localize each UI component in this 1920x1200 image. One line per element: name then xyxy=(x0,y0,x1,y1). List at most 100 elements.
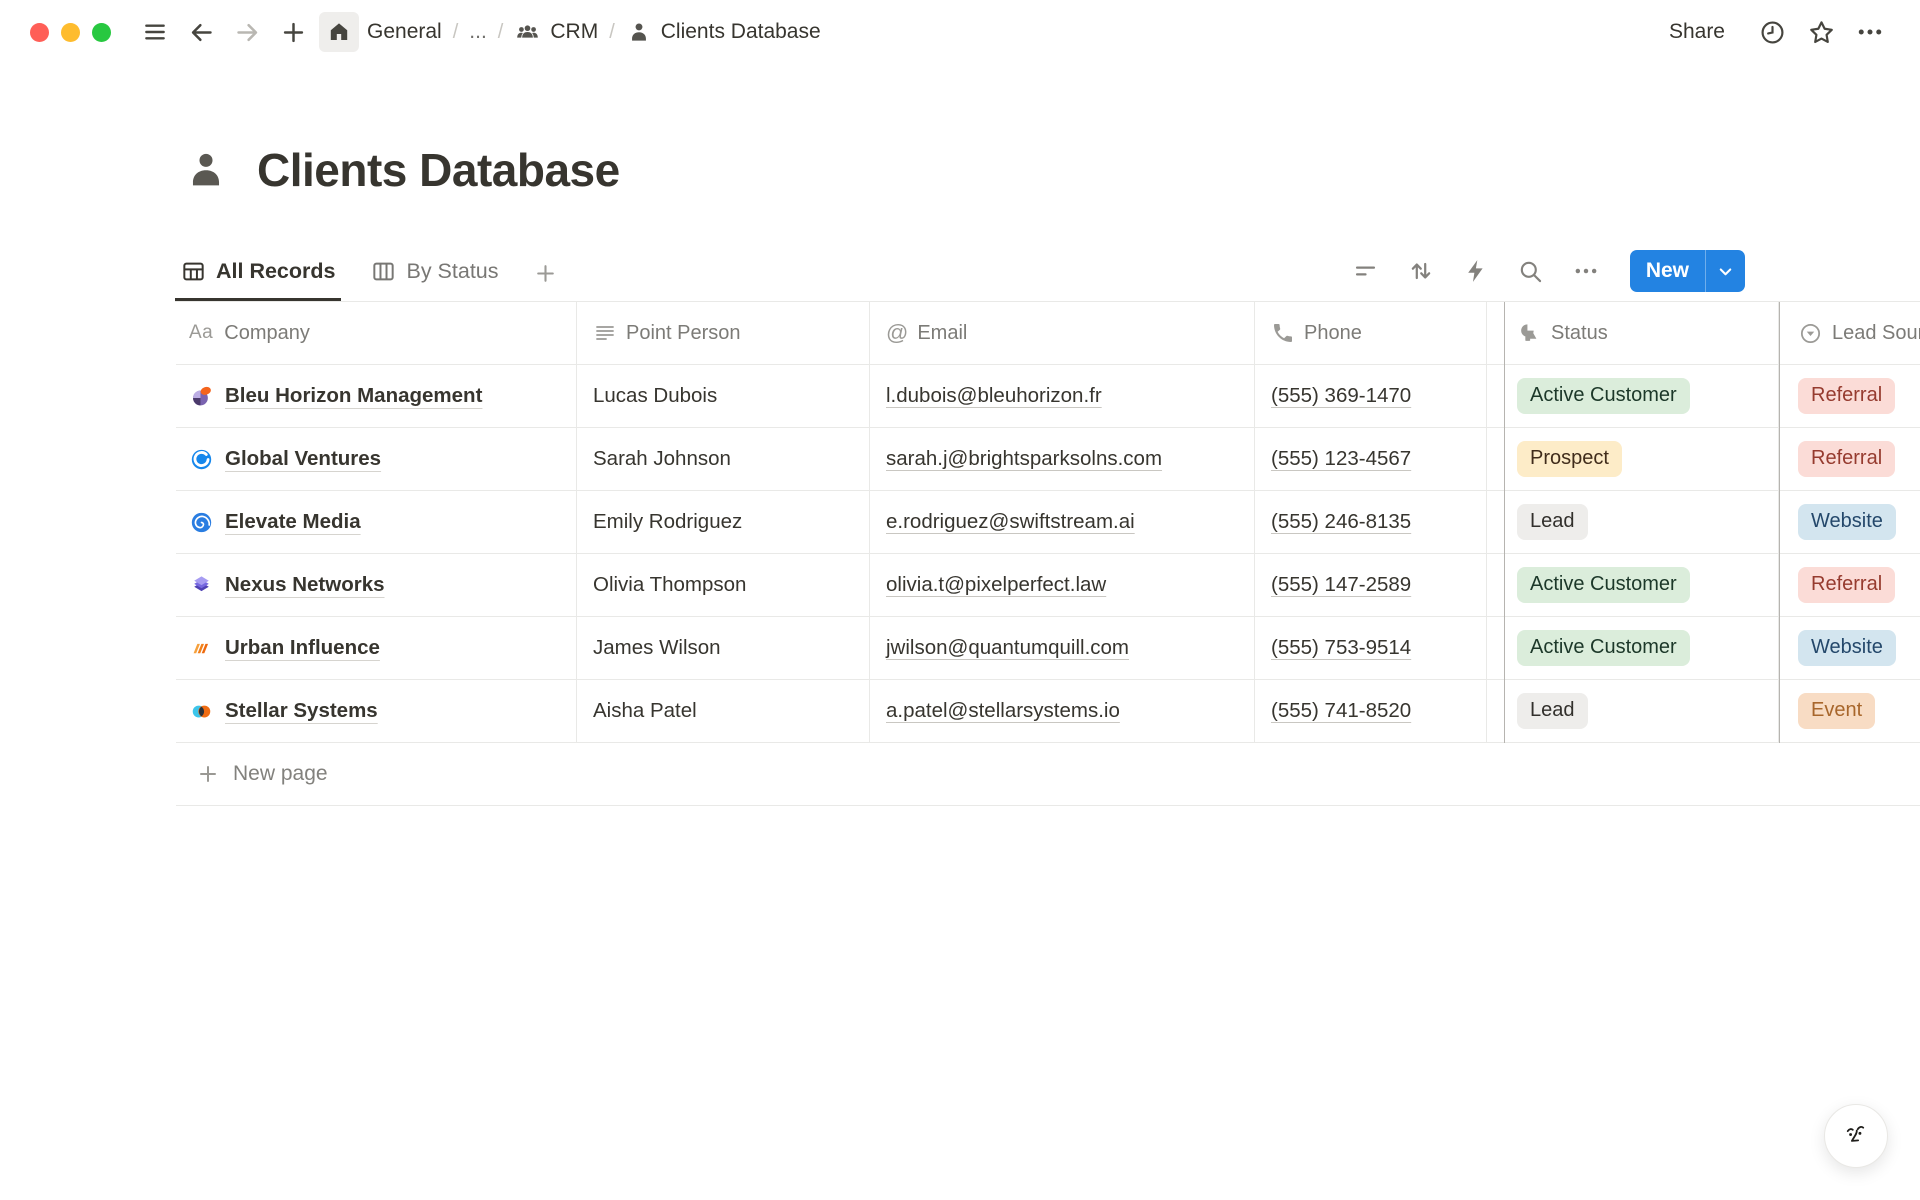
phone-cell[interactable]: (555) 246-8135 xyxy=(1255,491,1487,553)
column-header-email[interactable]: @Email xyxy=(870,302,1255,364)
phone-cell[interactable]: (555) 753-9514 xyxy=(1255,617,1487,679)
view-options-button[interactable] xyxy=(1572,257,1600,285)
plus-icon xyxy=(280,19,307,46)
email-cell[interactable]: jwilson@quantumquill.com xyxy=(870,617,1255,679)
email-link[interactable]: e.rodriguez@swiftstream.ai xyxy=(886,510,1135,534)
back-button[interactable] xyxy=(181,12,221,52)
forward-button[interactable] xyxy=(227,12,267,52)
point-person-cell[interactable]: Sarah Johnson xyxy=(577,428,870,490)
new-record-button[interactable]: New xyxy=(1630,250,1745,292)
email-link[interactable]: a.patel@stellarsystems.io xyxy=(886,699,1120,723)
view-bar: All Records By Status xyxy=(175,245,1920,302)
search-button[interactable] xyxy=(1517,258,1544,285)
lead-source-cell[interactable]: Website xyxy=(1779,617,1920,679)
phone-link[interactable]: (555) 741-8520 xyxy=(1271,699,1411,723)
email-cell[interactable]: a.patel@stellarsystems.io xyxy=(870,680,1255,742)
phone-link[interactable]: (555) 246-8135 xyxy=(1271,510,1411,534)
email-link[interactable]: sarah.j@brightsparksolns.com xyxy=(886,447,1162,471)
point-person-cell[interactable]: Lucas Dubois xyxy=(577,365,870,427)
status-cell[interactable]: Active Customer xyxy=(1487,554,1779,616)
tab-by-status[interactable]: By Status xyxy=(365,245,504,301)
company-cell[interactable]: Bleu Horizon Management xyxy=(176,365,577,427)
filter-button[interactable] xyxy=(1352,258,1379,285)
sort-button[interactable] xyxy=(1407,257,1435,285)
status-cell[interactable]: Lead xyxy=(1487,680,1779,742)
share-button[interactable]: Share xyxy=(1659,14,1735,50)
column-divider-status-right[interactable] xyxy=(1779,302,1780,743)
new-page-row[interactable]: New page xyxy=(176,743,1920,806)
lead-source-cell[interactable]: Referral xyxy=(1779,428,1920,490)
lead-source-cell[interactable]: Referral xyxy=(1779,365,1920,427)
lead-source-cell[interactable]: Referral xyxy=(1779,554,1920,616)
person-icon[interactable] xyxy=(183,147,229,193)
company-cell[interactable]: Elevate Media xyxy=(176,491,577,553)
phone-link[interactable]: (555) 147-2589 xyxy=(1271,573,1411,597)
add-view-button[interactable] xyxy=(529,245,562,301)
breadcrumb-ellipsis[interactable]: ... xyxy=(469,20,487,44)
automations-button[interactable] xyxy=(1463,258,1489,284)
more-options-button[interactable] xyxy=(1850,12,1890,52)
column-header-company[interactable]: AaCompany xyxy=(176,302,577,364)
column-header-lead-source[interactable]: Lead Source xyxy=(1779,302,1920,364)
email-cell[interactable]: olivia.t@pixelperfect.law xyxy=(870,554,1255,616)
column-header-phone[interactable]: Phone xyxy=(1255,302,1487,364)
phone-link[interactable]: (555) 123-4567 xyxy=(1271,447,1411,471)
favorite-button[interactable] xyxy=(1801,12,1841,52)
company-page-link[interactable]: Global Ventures xyxy=(225,447,381,471)
phone-cell[interactable]: (555) 369-1470 xyxy=(1255,365,1487,427)
phone-cell[interactable]: (555) 741-8520 xyxy=(1255,680,1487,742)
ellipsis-icon xyxy=(1855,17,1885,47)
breadcrumb-current-page[interactable]: Clients Database xyxy=(626,19,821,45)
column-divider-status-left[interactable] xyxy=(1504,302,1505,743)
chevron-down-icon[interactable] xyxy=(1705,250,1745,292)
home-icon xyxy=(327,20,351,44)
company-cell[interactable]: Urban Influence xyxy=(176,617,577,679)
email-link[interactable]: jwilson@quantumquill.com xyxy=(886,636,1129,660)
status-cell[interactable]: Active Customer xyxy=(1487,365,1779,427)
orb-logo xyxy=(189,447,214,472)
people-icon xyxy=(514,19,541,46)
phone-link[interactable]: (555) 369-1470 xyxy=(1271,384,1411,408)
point-person-cell[interactable]: Aisha Patel xyxy=(577,680,870,742)
tab-all-records[interactable]: All Records xyxy=(175,245,341,301)
company-page-link[interactable]: Bleu Horizon Management xyxy=(225,384,482,408)
zoom-window-button[interactable] xyxy=(92,23,111,42)
company-page-link[interactable]: Stellar Systems xyxy=(225,699,378,723)
lead-source-cell[interactable]: Event xyxy=(1779,680,1920,742)
company-cell[interactable]: Global Ventures xyxy=(176,428,577,490)
minimize-window-button[interactable] xyxy=(61,23,80,42)
home-button[interactable] xyxy=(319,12,359,52)
email-cell[interactable]: l.dubois@bleuhorizon.fr xyxy=(870,365,1255,427)
phone-cell[interactable]: (555) 123-4567 xyxy=(1255,428,1487,490)
email-link[interactable]: l.dubois@bleuhorizon.fr xyxy=(886,384,1102,408)
email-cell[interactable]: sarah.j@brightsparksolns.com xyxy=(870,428,1255,490)
company-page-link[interactable]: Urban Influence xyxy=(225,636,380,660)
table-row: Global Ventures Sarah Johnson sarah.j@brig… xyxy=(176,428,1920,491)
status-cell[interactable]: Prospect xyxy=(1487,428,1779,490)
history-button[interactable] xyxy=(1752,12,1792,52)
point-person-cell[interactable]: Emily Rodriguez xyxy=(577,491,870,553)
breadcrumb-separator: / xyxy=(453,21,459,44)
notion-ai-button[interactable] xyxy=(1824,1104,1888,1168)
point-person-cell[interactable]: Olivia Thompson xyxy=(577,554,870,616)
phone-link[interactable]: (555) 753-9514 xyxy=(1271,636,1411,660)
company-page-link[interactable]: Nexus Networks xyxy=(225,573,385,597)
company-page-link[interactable]: Elevate Media xyxy=(225,510,361,534)
sidebar-menu-button[interactable] xyxy=(135,12,175,52)
status-cell[interactable]: Lead xyxy=(1487,491,1779,553)
breadcrumb-general[interactable]: General xyxy=(367,20,442,44)
email-link[interactable]: olivia.t@pixelperfect.law xyxy=(886,573,1106,597)
company-cell[interactable]: Stellar Systems xyxy=(176,680,577,742)
new-tab-button[interactable] xyxy=(273,12,313,52)
close-window-button[interactable] xyxy=(30,23,49,42)
email-cell[interactable]: e.rodriguez@swiftstream.ai xyxy=(870,491,1255,553)
company-cell[interactable]: Nexus Networks xyxy=(176,554,577,616)
point-person-cell[interactable]: James Wilson xyxy=(577,617,870,679)
phone-cell[interactable]: (555) 147-2589 xyxy=(1255,554,1487,616)
column-header-status[interactable]: Status xyxy=(1487,302,1779,364)
status-cell[interactable]: Active Customer xyxy=(1487,617,1779,679)
breadcrumb-crm[interactable]: CRM xyxy=(514,19,598,46)
lead-source-cell[interactable]: Website xyxy=(1779,491,1920,553)
lightning-icon xyxy=(1463,258,1489,284)
column-header-point-person[interactable]: Point Person xyxy=(577,302,870,364)
